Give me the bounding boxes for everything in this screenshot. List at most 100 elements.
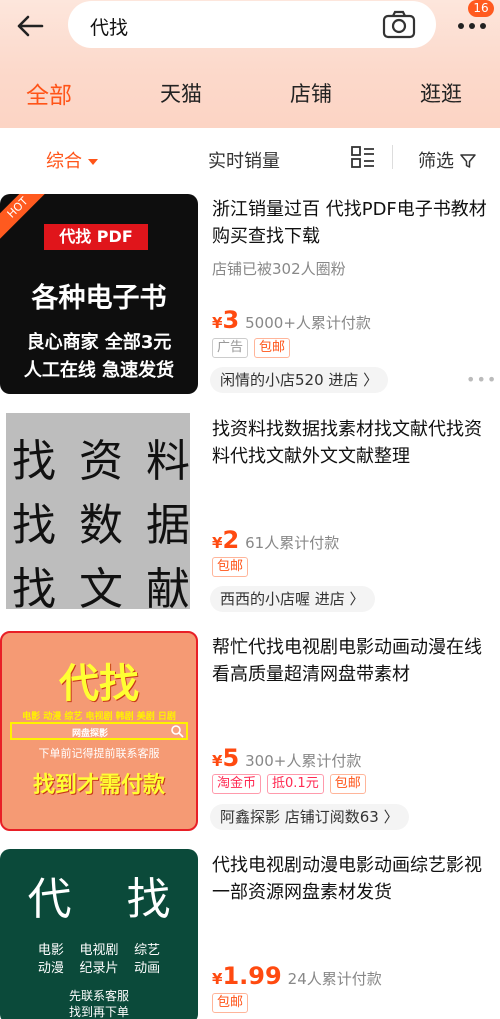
- more-dots-icon[interactable]: •••: [466, 370, 497, 389]
- product-title[interactable]: 浙江销量过百 代找PDF电子书教材购买查找下载: [212, 196, 494, 250]
- search-tabs: 全部 天猫 店铺 逛逛: [0, 70, 500, 118]
- thumb-char: 找: [12, 564, 56, 609]
- thumb-row: 找 文 献: [6, 553, 190, 609]
- price-row: ¥ 5 300+人累计付款: [212, 744, 361, 772]
- sort-composite-button[interactable]: 综合: [46, 147, 98, 173]
- price-symbol: ¥: [212, 752, 223, 770]
- product-title[interactable]: 帮忙代找电视剧电影动画动漫在线看高质量超清网盘带素材: [212, 634, 494, 688]
- product-card-3[interactable]: 代找 电影 动漫 综艺 电视剧 韩剧 美剧 日剧 网盘探影 下单前记得提前联系客…: [0, 628, 500, 838]
- tab-tmall[interactable]: 天猫: [160, 78, 202, 108]
- thumb-row: 动漫 纪录片 动画: [0, 957, 198, 976]
- thumb-char: 献: [146, 564, 190, 609]
- price-value: 3: [222, 306, 240, 334]
- search-query-text: 代找: [90, 17, 129, 39]
- free-shipping-tag: 包邮: [212, 557, 249, 577]
- thumb-row: 找 数 据: [6, 489, 190, 553]
- tab-browse[interactable]: 逛逛: [420, 78, 462, 108]
- price-symbol: ¥: [212, 534, 223, 552]
- product-title[interactable]: 代找电视剧动漫电影动画综艺影视一部资源网盘素材发货: [212, 852, 494, 906]
- product-card-2[interactable]: 找 资 料 找 数 据 找 文 献 找资料找数据找素材找文献代找资料代找文献外文…: [0, 410, 500, 620]
- thumb-word: 电影: [37, 943, 64, 958]
- sales-count: 300+人累计付款: [245, 752, 362, 770]
- price-symbol: ¥: [212, 970, 223, 988]
- camera-icon[interactable]: [382, 10, 416, 40]
- thumb-word: 动漫: [37, 961, 64, 976]
- thumb-char: 文: [79, 564, 123, 609]
- thumb-char: 资: [79, 436, 123, 487]
- filter-funnel-icon: [459, 154, 476, 168]
- tag-row: 包邮: [212, 993, 249, 1013]
- sort-composite-label: 综合: [46, 151, 82, 172]
- thumb-row: 电影 电视剧 综艺: [0, 939, 198, 958]
- product-title[interactable]: 找资料找数据找素材找文献代找资料代找文献外文文献整理: [212, 416, 494, 470]
- notification-badge: 16: [468, 0, 494, 17]
- price-row: ¥ 3 5000+人累计付款: [212, 306, 371, 334]
- thumb-char: 找: [126, 874, 171, 925]
- product-subtitle: 店铺已被302人圈粉: [212, 260, 346, 278]
- taojinbi-tag: 淘金币: [212, 774, 262, 794]
- thumb-footer: 先联系客服: [68, 989, 129, 1003]
- thumb-line: 人工在线 急速发货: [23, 360, 175, 381]
- filter-label: 筛选: [418, 151, 454, 172]
- tab-all[interactable]: 全部: [26, 76, 72, 110]
- filter-button[interactable]: 筛选: [418, 147, 476, 173]
- product-thumbnail[interactable]: HOT 代找 PDF 各种电子书 良心商家 全部3元 人工在线 急速发货: [0, 194, 198, 394]
- thumb-char: 数: [79, 500, 123, 551]
- sales-count: 61人累计付款: [245, 534, 340, 552]
- list-layout-icon[interactable]: [350, 144, 376, 170]
- more-dots-icon: [458, 23, 486, 29]
- thumb-row: 找 资 料: [6, 425, 190, 489]
- free-shipping-tag: 包邮: [254, 338, 291, 358]
- thumb-line: 良心商家 全部3元: [26, 332, 172, 353]
- thumb-footer: 找到才需付款: [32, 773, 165, 798]
- price-value: 5: [222, 744, 240, 772]
- tag-row: 包邮: [212, 557, 249, 577]
- thumb-note: 下单前记得提前联系客服: [38, 747, 160, 760]
- sales-count: 24人累计付款: [287, 970, 382, 988]
- tag-row: 淘金币 抵0.1元 包邮: [212, 774, 366, 794]
- price-value: 1.99: [222, 962, 282, 990]
- thumb-word: 电视剧: [79, 943, 119, 958]
- discount-tag: 抵0.1元: [267, 774, 324, 794]
- price-value: 2: [222, 526, 240, 554]
- search-header: 代找 16 全部 天猫 店铺 逛逛: [0, 0, 500, 128]
- free-shipping-tag: 包邮: [212, 993, 249, 1013]
- product-thumbnail[interactable]: 代 找 电影 电视剧 综艺 动漫 纪录片 动画 先联系客服 找到再下单: [0, 849, 198, 1019]
- tag-row: 广告 包邮: [212, 338, 291, 358]
- thumb-headline: 代找: [59, 661, 139, 707]
- product-thumbnail[interactable]: 找 资 料 找 数 据 找 文 献: [6, 413, 190, 609]
- price-row: ¥ 1.99 24人累计付款: [212, 962, 382, 990]
- sort-realtime-sales-button[interactable]: 实时销量: [208, 147, 280, 173]
- thumb-char: 找: [12, 500, 56, 551]
- shop-link[interactable]: 闲情的小店520 进店 〉: [210, 367, 389, 393]
- product-card-1[interactable]: HOT 代找 PDF 各种电子书 良心商家 全部3元 人工在线 急速发货 浙江销…: [0, 190, 500, 400]
- shop-link[interactable]: 西西的小店喔 进店 〉: [210, 586, 375, 612]
- sort-bar: 综合 实时销量 筛选: [0, 128, 500, 188]
- thumb-word: 动画: [134, 961, 161, 976]
- product-card-4[interactable]: 代 找 电影 电视剧 综艺 动漫 纪录片 动画 先联系客服 找到再下单 代找电视…: [0, 846, 500, 1019]
- search-input[interactable]: 代找: [68, 1, 436, 48]
- thumb-line: 各种电子书: [31, 283, 167, 314]
- price-symbol: ¥: [212, 314, 223, 332]
- thumb-categories: 电影 动漫 综艺 电视剧 韩剧 美剧 日剧: [22, 712, 176, 722]
- sort-divider: [392, 145, 393, 169]
- shop-link[interactable]: 阿鑫探影 店铺订阅数63 〉: [210, 804, 409, 830]
- thumb-char: 据: [146, 500, 190, 551]
- back-button[interactable]: [8, 6, 52, 46]
- back-arrow-icon: [17, 15, 44, 37]
- thumb-bar-text: 网盘探影: [72, 729, 109, 739]
- thumb-char: 代: [27, 874, 72, 925]
- thumb-word: 综艺: [134, 943, 161, 958]
- thumb-headline: 代 找: [0, 863, 198, 927]
- thumb-badge: 代找 PDF: [44, 224, 148, 250]
- thumb-search-bar: 网盘探影: [10, 722, 188, 740]
- sales-count: 5000+人累计付款: [245, 314, 371, 332]
- thumb-char: 料: [146, 436, 190, 487]
- product-thumbnail[interactable]: 代找 电影 动漫 综艺 电视剧 韩剧 美剧 日剧 网盘探影 下单前记得提前联系客…: [0, 631, 198, 831]
- tab-stores[interactable]: 店铺: [290, 78, 332, 108]
- thumb-word: 纪录片: [79, 961, 119, 976]
- caret-down-icon: [88, 159, 98, 165]
- magnifier-icon: [171, 725, 184, 738]
- free-shipping-tag: 包邮: [329, 774, 366, 794]
- ad-tag: 广告: [212, 338, 249, 358]
